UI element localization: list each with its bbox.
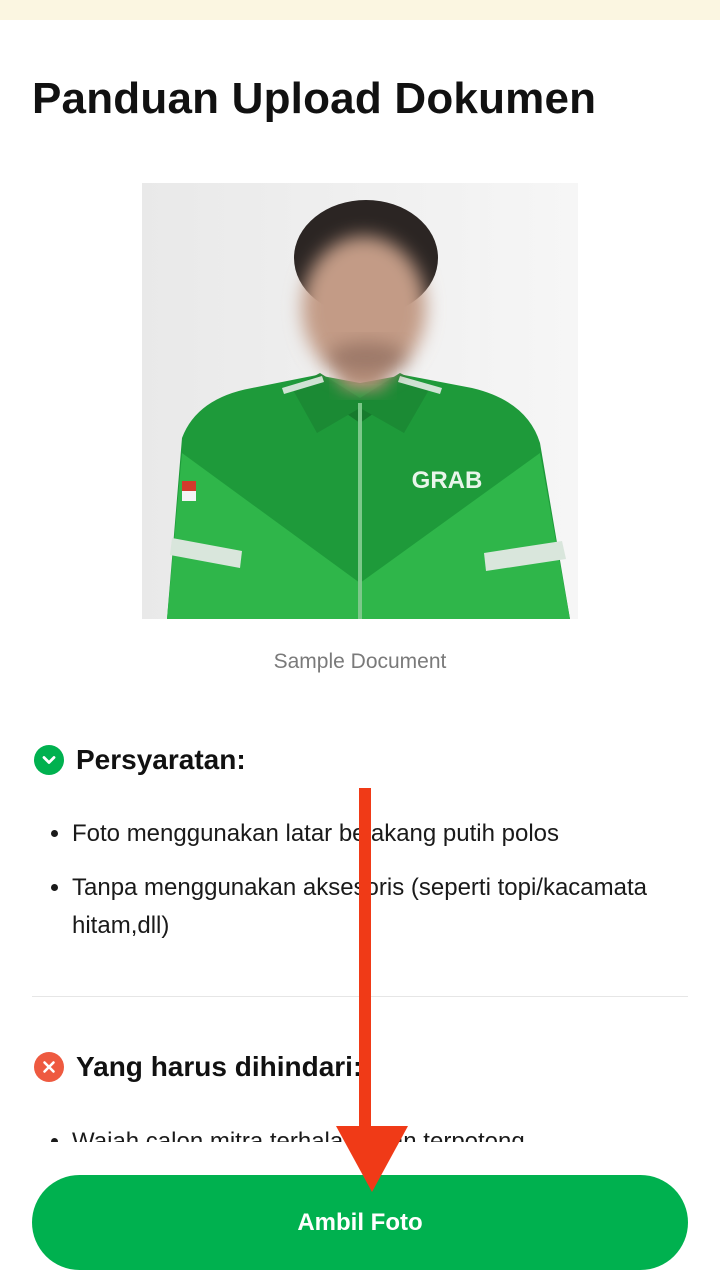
jacket-logo: GRAB: [412, 467, 483, 494]
page-title: Panduan Upload Dokumen: [32, 74, 597, 123]
list-item: Foto menggunakan latar belakang putih po…: [72, 815, 712, 853]
check-circle-icon: [34, 745, 64, 775]
take-photo-button[interactable]: Ambil Foto: [32, 1175, 688, 1270]
list-item: Tanpa menggunakan aksesoris (seperti top…: [72, 869, 712, 945]
x-circle-icon: [34, 1052, 64, 1082]
sample-caption: Sample Document: [273, 650, 447, 673]
requirements-list: Foto menggunakan latar belakang putih po…: [32, 815, 712, 961]
avoid-section-header: Yang harus dihindari:: [34, 1051, 362, 1083]
requirements-section-header: Persyaratan:: [34, 744, 246, 776]
sample-document-photo: GRAB: [142, 183, 578, 619]
avoid-heading: Yang harus dihindari:: [76, 1051, 363, 1082]
top-notice-strip: [0, 0, 720, 20]
requirements-heading: Persyaratan:: [76, 744, 246, 775]
section-divider: [32, 996, 688, 997]
